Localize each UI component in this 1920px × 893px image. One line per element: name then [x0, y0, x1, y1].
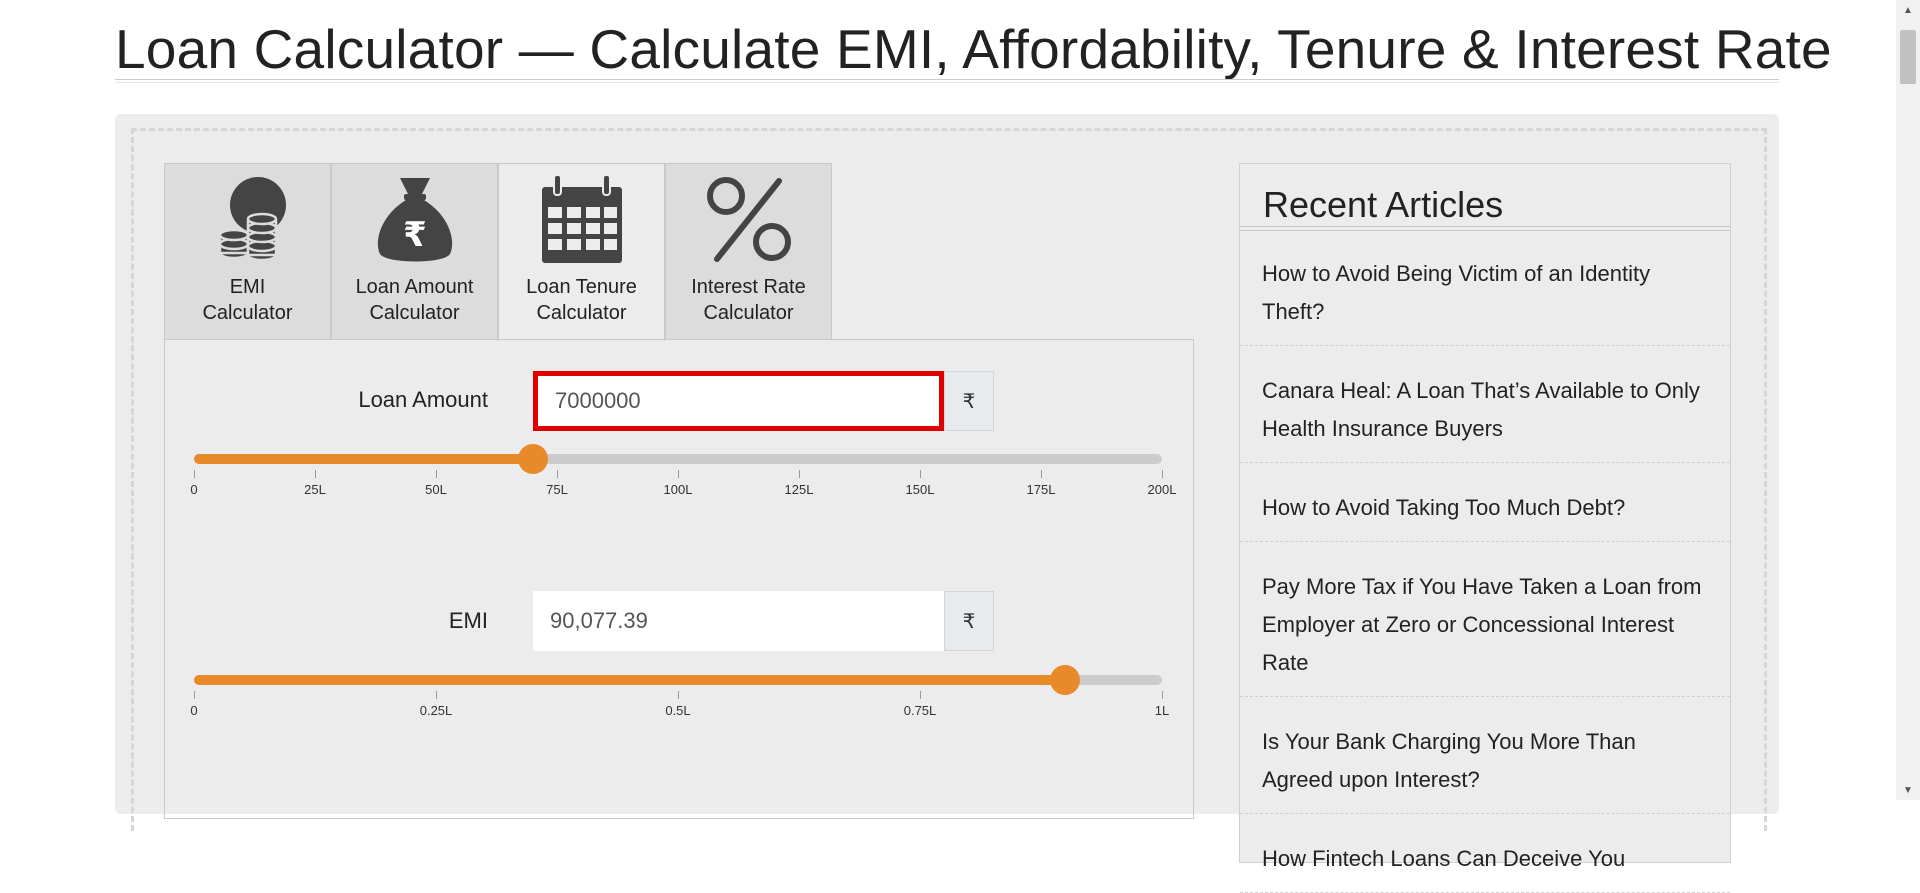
tab-label: Loan Amount Calculator [355, 276, 474, 324]
scrollbar-thumb[interactable] [1900, 30, 1916, 84]
slider-tick-label: 0.5L [665, 703, 691, 718]
tab-loan-tenure-calculator[interactable]: Loan Tenure Calculator [498, 163, 665, 341]
slider-tick [436, 470, 437, 478]
article-link[interactable]: How to Avoid Being Victim of an Identity… [1240, 231, 1730, 346]
slider-tick [557, 470, 558, 478]
slider-tick [678, 470, 679, 478]
tab-emi-calculator[interactable]: EMI Calculator [164, 163, 331, 340]
slider-tick [1162, 691, 1163, 699]
scroll-up-arrow-icon[interactable]: ▲ [1896, 0, 1920, 20]
rupee-icon: ₹ [944, 591, 994, 651]
article-link[interactable]: Canara Heal: A Loan That’s Available to … [1240, 346, 1730, 463]
slider-tick [920, 691, 921, 699]
coins-icon [165, 164, 330, 274]
article-link[interactable]: Is Your Bank Charging You More Than Agre… [1240, 697, 1730, 814]
slider-tick [1162, 470, 1163, 478]
scroll-down-arrow-icon[interactable]: ▼ [1896, 780, 1920, 800]
slider-tick [315, 470, 316, 478]
title-divider [115, 79, 1779, 83]
tab-loan-amount-calculator[interactable]: ₹ Loan Amount Calculator [331, 163, 498, 340]
slider-fill [194, 675, 1066, 685]
emi-slider[interactable]: 0 0.25L 0.5L 0.75L 1L [190, 665, 1169, 718]
tab-label: EMI Calculator [202, 276, 293, 324]
article-link[interactable]: How Fintech Loans Can Deceive You [1240, 814, 1730, 893]
slider-tick-label: 100L [663, 482, 693, 497]
slider-tick [799, 470, 800, 478]
slider-fill [194, 454, 533, 464]
slider-tick-label: 25L [304, 482, 326, 497]
article-link[interactable]: How to Avoid Taking Too Much Debt? [1240, 463, 1730, 542]
loan-amount-slider[interactable]: 0 25L 50L 75L 100L 125L 150L 175L 200L [190, 444, 1176, 497]
sidebar-title: Recent Articles [1263, 184, 1504, 225]
slider-tick-label: 175L [1026, 482, 1056, 497]
page-scrollbar[interactable]: ▲ ▼ [1896, 0, 1920, 800]
loan-amount-label: Loan Amount [358, 387, 488, 412]
slider-tick-label: 200L [1147, 482, 1177, 497]
slider-tick-label: 0 [190, 482, 198, 497]
slider-tick [436, 691, 437, 699]
page-title: Loan Calculator — Calculate EMI, Afforda… [115, 18, 1832, 80]
tab-label: Loan Tenure Calculator [526, 276, 637, 324]
slider-tick [1041, 470, 1042, 478]
slider-tick-label: 0 [190, 703, 198, 718]
slider-tick [194, 470, 195, 478]
loan-amount-field-wrapper [533, 371, 944, 431]
rupee-icon: ₹ [944, 371, 994, 431]
slider-tick-label: 1L [1154, 703, 1170, 718]
loan-amount-input[interactable] [538, 376, 939, 426]
slider-tick-label: 0.75L [903, 703, 937, 718]
slider-tick-label: 50L [425, 482, 447, 497]
recent-articles-sidebar: Recent Articles How to Avoid Being Victi… [1239, 163, 1731, 893]
article-list: How to Avoid Being Victim of an Identity… [1240, 231, 1730, 893]
emi-label: EMI [448, 608, 488, 633]
slider-tick [678, 691, 679, 699]
slider-tick-label: 0.25L [419, 703, 453, 718]
calculator-tabs: EMI Calculator ₹ Loan Amount Calculator [164, 163, 832, 341]
percent-icon [666, 164, 831, 274]
slider-tick [194, 691, 195, 699]
article-link[interactable]: Pay More Tax if You Have Taken a Loan fr… [1240, 542, 1730, 697]
emi-field-wrapper [533, 591, 944, 651]
money-bag-icon: ₹ [332, 164, 497, 274]
emi-input[interactable] [533, 591, 944, 651]
slider-handle[interactable] [1050, 665, 1081, 695]
calendar-icon [499, 164, 664, 274]
tab-label: Interest Rate Calculator [691, 276, 806, 324]
slider-tick-label: 150L [905, 482, 935, 497]
slider-tick-label: 75L [546, 482, 568, 497]
svg-text:₹: ₹ [403, 215, 427, 255]
slider-handle[interactable] [517, 444, 548, 474]
slider-tick-label: 125L [784, 482, 814, 497]
tab-interest-rate-calculator[interactable]: Interest Rate Calculator [665, 163, 832, 340]
slider-tick [920, 470, 921, 478]
